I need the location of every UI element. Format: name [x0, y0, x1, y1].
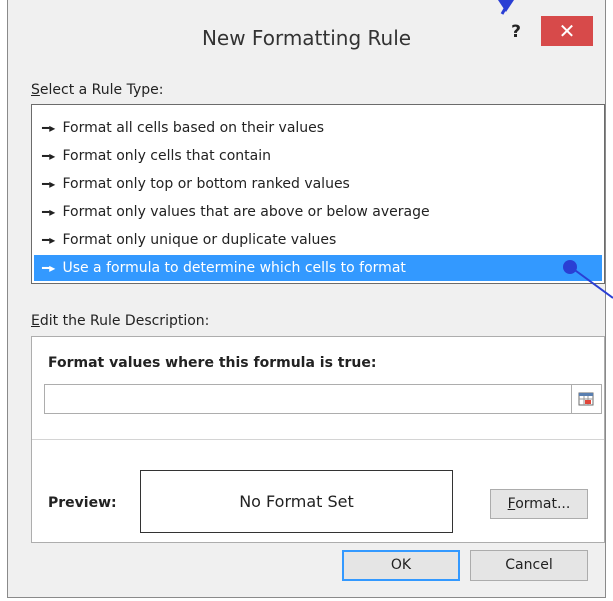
arrow-right-icon: ━▸ — [42, 121, 56, 135]
new-formatting-rule-dialog: New Formatting Rule ? ✕ Select a Rule Ty… — [7, 0, 606, 598]
rule-item-label: Use a formula to determine which cells t… — [62, 260, 406, 276]
rule-item-label: Format only values that are above or bel… — [62, 204, 430, 220]
arrow-right-icon: ━▸ — [42, 149, 56, 163]
rule-item-label: Format all cells based on their values — [62, 120, 325, 136]
rule-item-label: Format only top or bottom ranked values — [62, 176, 350, 192]
divider — [32, 439, 604, 440]
rule-item-unique-duplicate[interactable]: ━▸ Format only unique or duplicate value… — [34, 227, 602, 253]
ok-button[interactable]: OK — [342, 550, 460, 581]
formula-input[interactable] — [44, 384, 572, 414]
rule-item-cells-contain[interactable]: ━▸ Format only cells that contain — [34, 143, 602, 169]
arrow-right-icon: ━▸ — [42, 233, 56, 247]
rule-item-use-formula[interactable]: ━▸ Use a formula to determine which cell… — [34, 255, 602, 281]
arrow-right-icon: ━▸ — [42, 177, 56, 191]
arrow-right-icon: ━▸ — [42, 205, 56, 219]
format-button[interactable]: Format... — [490, 489, 588, 519]
rule-type-list[interactable]: ━▸ Format all cells based on their value… — [31, 104, 605, 284]
rule-item-top-bottom[interactable]: ━▸ Format only top or bottom ranked valu… — [34, 171, 602, 197]
rule-description-label: Edit the Rule Description: — [31, 313, 210, 329]
rule-item-label: Format only cells that contain — [62, 148, 271, 164]
rule-item-above-below-average[interactable]: ━▸ Format only values that are above or … — [34, 199, 602, 225]
rule-item-all-cells[interactable]: ━▸ Format all cells based on their value… — [34, 115, 602, 141]
preview-label: Preview: — [48, 495, 117, 511]
formula-label: Format values where this formula is true… — [48, 355, 377, 371]
title-bar: New Formatting Rule ? ✕ — [8, 0, 605, 80]
arrow-right-icon: ━▸ — [42, 261, 56, 275]
rule-description-panel: Format values where this formula is true… — [31, 336, 605, 543]
preview-box: No Format Set — [140, 470, 453, 533]
range-select-icon — [578, 392, 594, 406]
rule-item-label: Format only unique or duplicate values — [62, 232, 337, 248]
help-button[interactable]: ? — [504, 20, 528, 44]
range-select-button[interactable] — [572, 384, 602, 414]
close-button[interactable]: ✕ — [541, 16, 593, 46]
rule-type-label: Select a Rule Type: — [31, 82, 164, 98]
cancel-button[interactable]: Cancel — [470, 550, 588, 581]
